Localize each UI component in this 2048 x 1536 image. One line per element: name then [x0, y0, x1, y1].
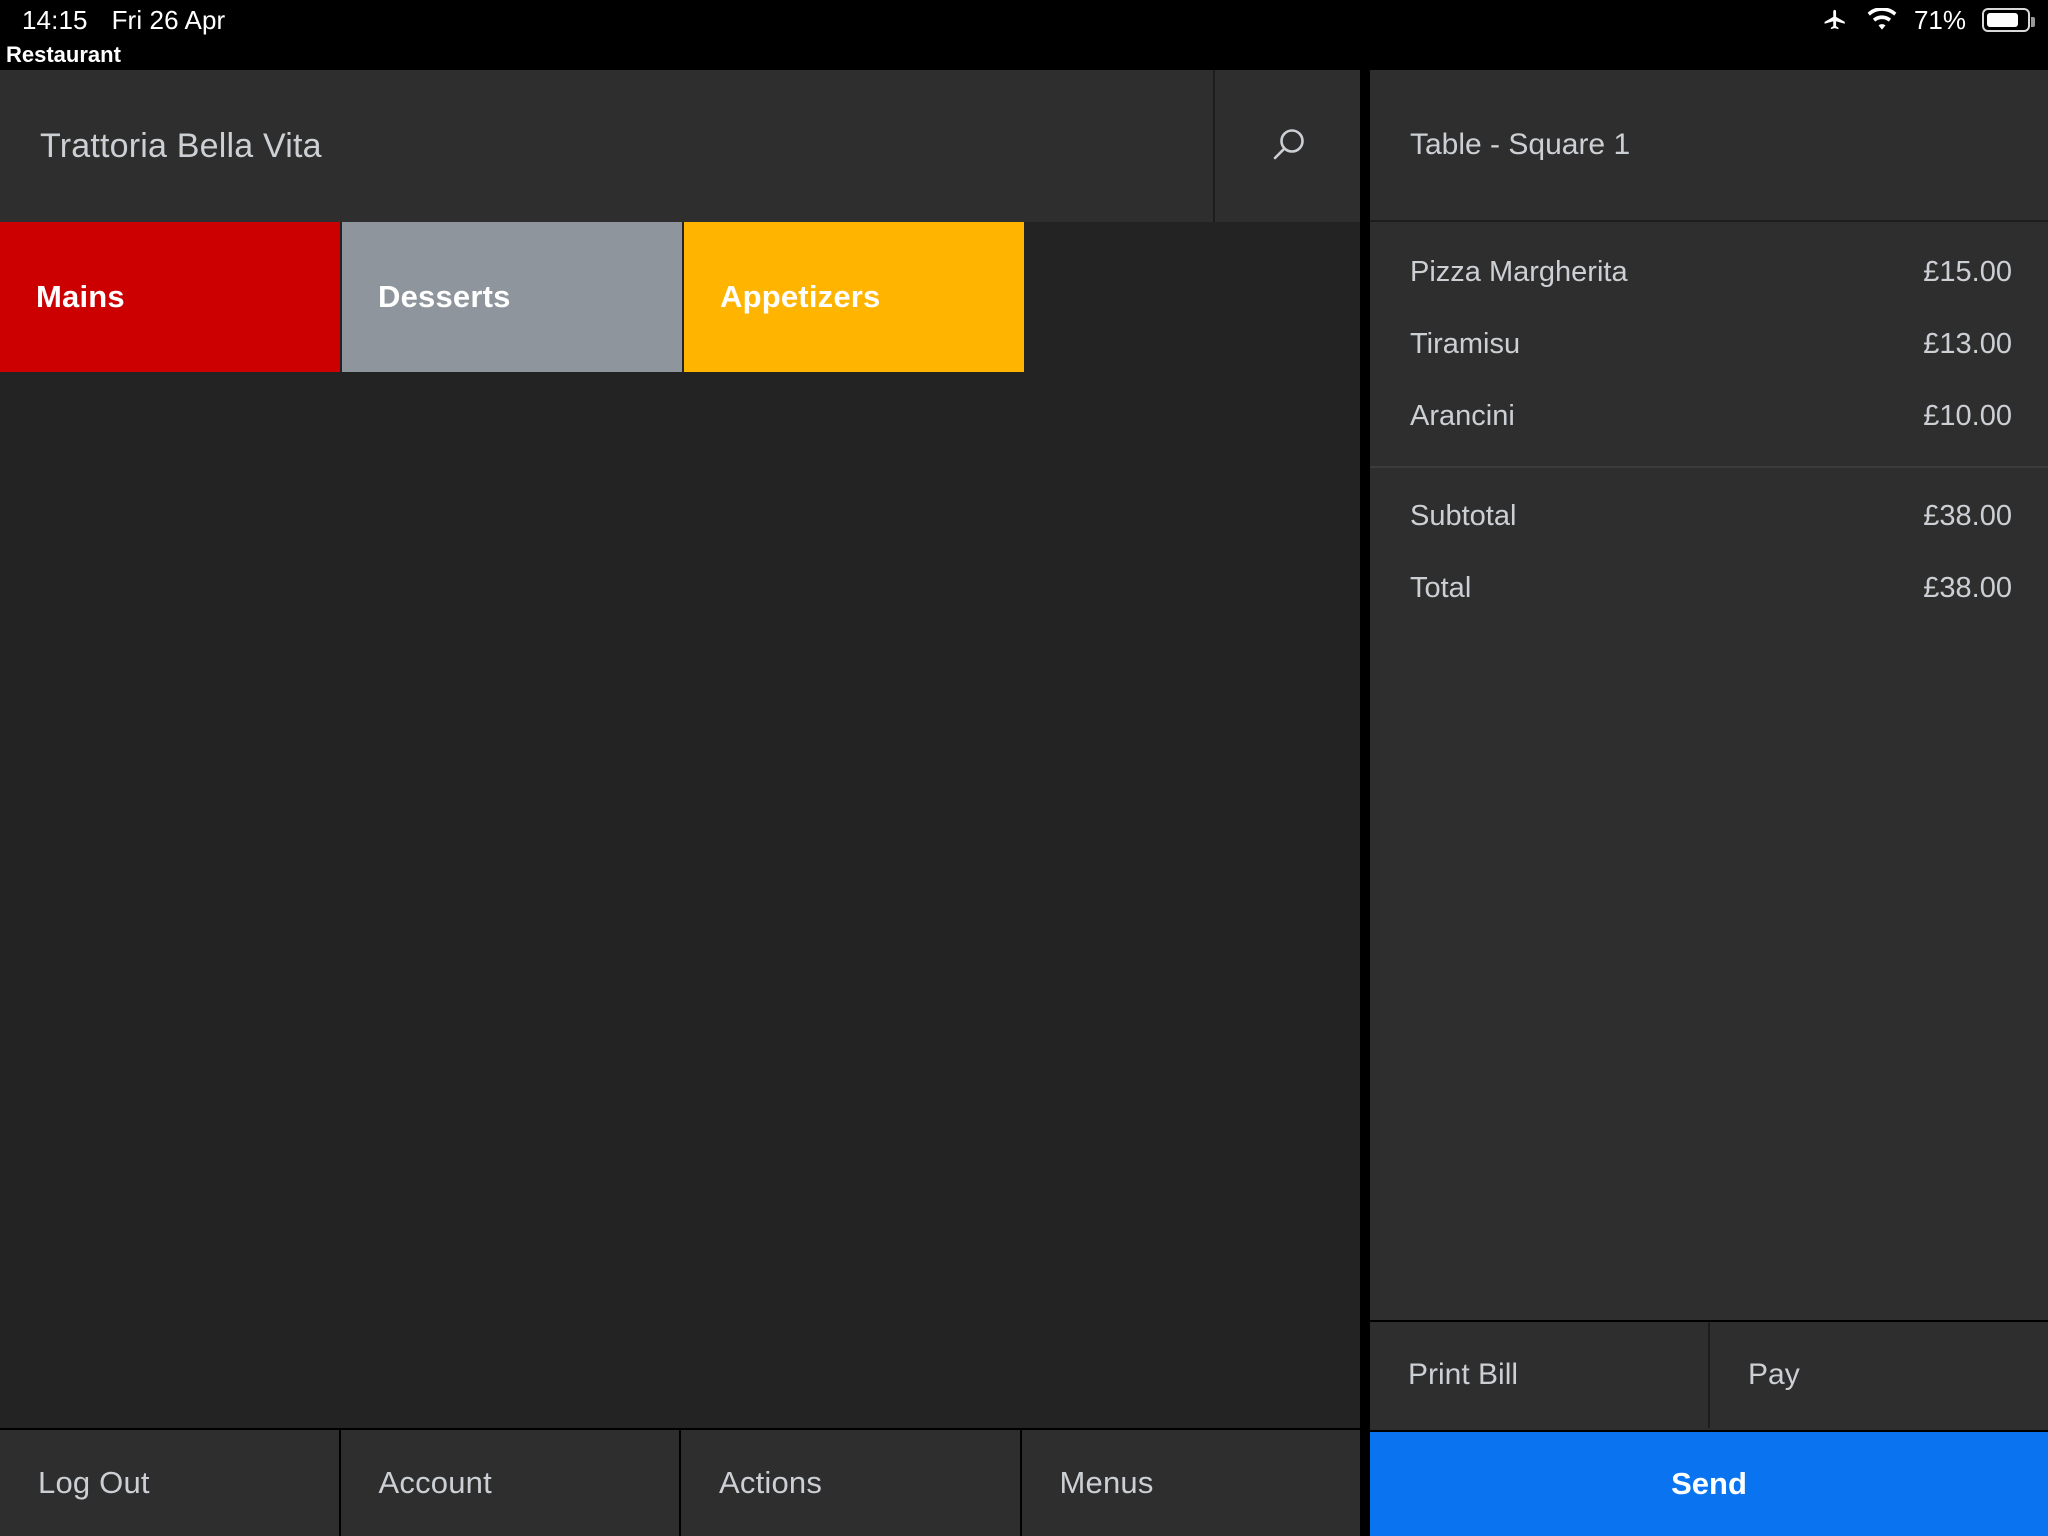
order-item-name: Pizza Margherita — [1410, 255, 1628, 288]
order-item-row[interactable]: Arancini £10.00 — [1370, 380, 2048, 452]
total-value: £38.00 — [1923, 571, 2012, 604]
battery-fill — [1987, 13, 2019, 27]
bottom-navigation-bar: Log Out Account Actions Menus — [0, 1428, 1360, 1536]
battery-percent-label: 71% — [1913, 4, 1966, 35]
order-item-name: Arancini — [1410, 399, 1515, 432]
nav-button-account[interactable]: Account — [340, 1430, 679, 1536]
order-title: Table - Square 1 — [1370, 70, 2048, 222]
venue-title: Trattoria Bella Vita — [40, 126, 322, 165]
status-bar-left: 14:15 Fri 26 Apr — [0, 5, 225, 36]
print-bill-button[interactable]: Print Bill — [1370, 1322, 1708, 1428]
status-time: 14:15 — [22, 4, 88, 35]
status-date: Fri 26 Apr — [111, 4, 226, 35]
total-label: Total — [1410, 571, 1472, 604]
nav-button-label: Menus — [1059, 1465, 1154, 1500]
nav-button-label: Account — [378, 1465, 492, 1500]
order-item-row[interactable]: Tiramisu £13.00 — [1370, 308, 2048, 380]
total-row: Total £38.00 — [1370, 552, 2048, 624]
order-item-name: Tiramisu — [1410, 327, 1521, 360]
app-name-label: Restaurant — [0, 40, 2048, 70]
nav-button-label: Log Out — [38, 1465, 150, 1500]
subtotal-label: Subtotal — [1410, 499, 1517, 532]
send-label: Send — [1671, 1466, 1747, 1501]
nav-button-log-out[interactable]: Log Out — [0, 1430, 339, 1536]
pay-label: Pay — [1748, 1358, 1800, 1391]
category-tab-mains[interactable]: Mains — [0, 222, 340, 372]
order-panel: Table - Square 1 Pizza Margherita £15.00… — [1370, 70, 2048, 1536]
print-bill-label: Print Bill — [1408, 1358, 1519, 1391]
menu-panel: Trattoria Bella Vita Mains Desserts Appe… — [0, 70, 1360, 1536]
panel-divider — [1360, 70, 1370, 1536]
order-action-row: Print Bill Pay — [1370, 1320, 2048, 1428]
pay-button[interactable]: Pay — [1710, 1322, 2048, 1428]
status-bar-right: 71% — [1820, 5, 2048, 36]
battery-icon — [1982, 8, 2035, 32]
ios-status-bar: 14:15 Fri 26 Apr 71% — [0, 0, 2048, 40]
nav-button-actions[interactable]: Actions — [681, 1430, 1020, 1536]
category-tab-appetizers[interactable]: Appetizers — [684, 222, 1024, 372]
venue-header: Trattoria Bella Vita — [0, 70, 1360, 222]
menu-item-grid[interactable] — [0, 372, 1360, 1372]
category-tab-label: Desserts — [378, 279, 511, 314]
subtotal-row: Subtotal £38.00 — [1370, 480, 2048, 552]
pos-app-window: 14:15 Fri 26 Apr 71% Restaurant Trattori… — [0, 0, 2048, 1536]
subtotal-value: £38.00 — [1923, 499, 2012, 532]
category-tab-label: Appetizers — [720, 279, 881, 314]
order-item-row[interactable]: Pizza Margherita £15.00 — [1370, 236, 2048, 308]
order-item-price: £15.00 — [1923, 255, 2012, 288]
order-item-list: Pizza Margherita £15.00 Tiramisu £13.00 … — [1370, 224, 2048, 624]
search-button[interactable] — [1215, 70, 1360, 222]
category-tab-label: Mains — [36, 279, 125, 314]
order-item-price: £10.00 — [1923, 399, 2012, 432]
send-button[interactable]: Send — [1370, 1430, 2048, 1536]
category-tab-desserts[interactable]: Desserts — [342, 222, 682, 372]
airplane-mode-icon — [1820, 7, 1850, 33]
order-item-price: £13.00 — [1923, 327, 2012, 360]
nav-button-label: Actions — [719, 1465, 823, 1500]
order-totals: Subtotal £38.00 Total £38.00 — [1370, 468, 2048, 624]
category-tab-row: Mains Desserts Appetizers — [0, 222, 1360, 372]
wifi-icon — [1866, 8, 1898, 32]
search-icon — [1273, 129, 1304, 160]
nav-button-menus[interactable]: Menus — [1021, 1430, 1360, 1536]
